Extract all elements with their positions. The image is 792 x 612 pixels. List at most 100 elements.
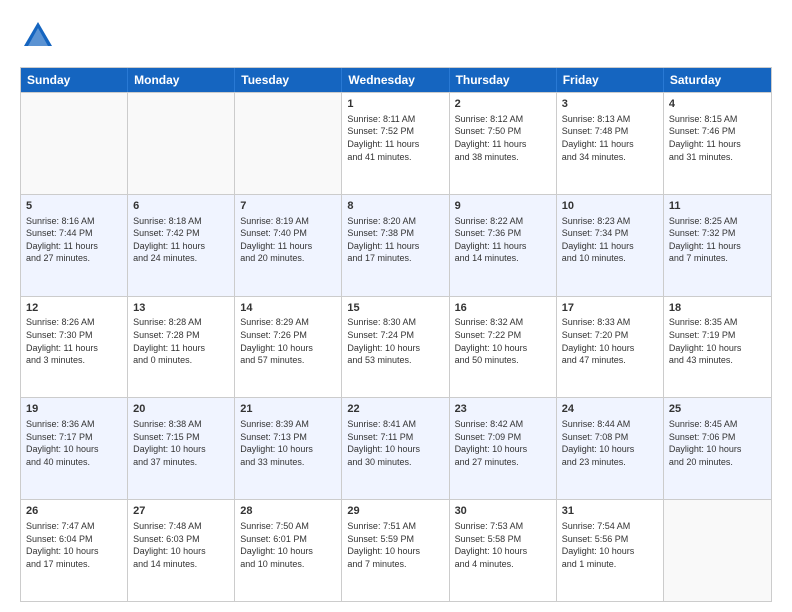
cal-cell-r1-c1: 6Sunrise: 8:18 AM Sunset: 7:42 PM Daylig…: [128, 195, 235, 296]
cal-cell-r1-c3: 8Sunrise: 8:20 AM Sunset: 7:38 PM Daylig…: [342, 195, 449, 296]
cell-info: Sunrise: 8:35 AM Sunset: 7:19 PM Dayligh…: [669, 316, 766, 366]
cal-cell-r1-c4: 9Sunrise: 8:22 AM Sunset: 7:36 PM Daylig…: [450, 195, 557, 296]
day-number: 29: [347, 504, 443, 519]
day-number: 6: [133, 199, 229, 214]
day-number: 13: [133, 301, 229, 316]
cell-info: Sunrise: 8:22 AM Sunset: 7:36 PM Dayligh…: [455, 215, 551, 265]
cal-cell-r0-c5: 3Sunrise: 8:13 AM Sunset: 7:48 PM Daylig…: [557, 93, 664, 194]
cal-cell-r4-c4: 30Sunrise: 7:53 AM Sunset: 5:58 PM Dayli…: [450, 500, 557, 601]
cal-cell-r1-c6: 11Sunrise: 8:25 AM Sunset: 7:32 PM Dayli…: [664, 195, 771, 296]
cal-cell-r3-c5: 24Sunrise: 8:44 AM Sunset: 7:08 PM Dayli…: [557, 398, 664, 499]
cal-header-thursday: Thursday: [450, 68, 557, 92]
cal-header-wednesday: Wednesday: [342, 68, 449, 92]
day-number: 18: [669, 301, 766, 316]
day-number: 24: [562, 402, 658, 417]
cal-cell-r3-c2: 21Sunrise: 8:39 AM Sunset: 7:13 PM Dayli…: [235, 398, 342, 499]
cell-info: Sunrise: 8:39 AM Sunset: 7:13 PM Dayligh…: [240, 418, 336, 468]
cell-info: Sunrise: 8:36 AM Sunset: 7:17 PM Dayligh…: [26, 418, 122, 468]
cell-info: Sunrise: 8:25 AM Sunset: 7:32 PM Dayligh…: [669, 215, 766, 265]
cell-info: Sunrise: 8:19 AM Sunset: 7:40 PM Dayligh…: [240, 215, 336, 265]
day-number: 10: [562, 199, 658, 214]
day-number: 17: [562, 301, 658, 316]
day-number: 21: [240, 402, 336, 417]
cell-info: Sunrise: 8:41 AM Sunset: 7:11 PM Dayligh…: [347, 418, 443, 468]
cell-info: Sunrise: 7:51 AM Sunset: 5:59 PM Dayligh…: [347, 520, 443, 570]
day-number: 2: [455, 97, 551, 112]
cell-info: Sunrise: 8:44 AM Sunset: 7:08 PM Dayligh…: [562, 418, 658, 468]
cell-info: Sunrise: 8:12 AM Sunset: 7:50 PM Dayligh…: [455, 113, 551, 163]
cell-info: Sunrise: 8:29 AM Sunset: 7:26 PM Dayligh…: [240, 316, 336, 366]
cal-cell-r4-c3: 29Sunrise: 7:51 AM Sunset: 5:59 PM Dayli…: [342, 500, 449, 601]
calendar: SundayMondayTuesdayWednesdayThursdayFrid…: [20, 67, 772, 602]
cal-cell-r0-c3: 1Sunrise: 8:11 AM Sunset: 7:52 PM Daylig…: [342, 93, 449, 194]
cal-cell-r3-c0: 19Sunrise: 8:36 AM Sunset: 7:17 PM Dayli…: [21, 398, 128, 499]
day-number: 27: [133, 504, 229, 519]
cal-header-saturday: Saturday: [664, 68, 771, 92]
cal-cell-r1-c5: 10Sunrise: 8:23 AM Sunset: 7:34 PM Dayli…: [557, 195, 664, 296]
calendar-row-2: 12Sunrise: 8:26 AM Sunset: 7:30 PM Dayli…: [21, 296, 771, 398]
cell-info: Sunrise: 8:30 AM Sunset: 7:24 PM Dayligh…: [347, 316, 443, 366]
day-number: 9: [455, 199, 551, 214]
cal-cell-r1-c2: 7Sunrise: 8:19 AM Sunset: 7:40 PM Daylig…: [235, 195, 342, 296]
cell-info: Sunrise: 8:26 AM Sunset: 7:30 PM Dayligh…: [26, 316, 122, 366]
calendar-header: SundayMondayTuesdayWednesdayThursdayFrid…: [21, 68, 771, 92]
cal-cell-r0-c2: [235, 93, 342, 194]
calendar-row-4: 26Sunrise: 7:47 AM Sunset: 6:04 PM Dayli…: [21, 499, 771, 601]
cal-cell-r2-c6: 18Sunrise: 8:35 AM Sunset: 7:19 PM Dayli…: [664, 297, 771, 398]
cal-cell-r4-c6: [664, 500, 771, 601]
cal-cell-r1-c0: 5Sunrise: 8:16 AM Sunset: 7:44 PM Daylig…: [21, 195, 128, 296]
day-number: 30: [455, 504, 551, 519]
day-number: 28: [240, 504, 336, 519]
cell-info: Sunrise: 8:42 AM Sunset: 7:09 PM Dayligh…: [455, 418, 551, 468]
cal-cell-r3-c4: 23Sunrise: 8:42 AM Sunset: 7:09 PM Dayli…: [450, 398, 557, 499]
day-number: 3: [562, 97, 658, 112]
cell-info: Sunrise: 8:33 AM Sunset: 7:20 PM Dayligh…: [562, 316, 658, 366]
cell-info: Sunrise: 7:50 AM Sunset: 6:01 PM Dayligh…: [240, 520, 336, 570]
cal-cell-r4-c1: 27Sunrise: 7:48 AM Sunset: 6:03 PM Dayli…: [128, 500, 235, 601]
cal-cell-r0-c6: 4Sunrise: 8:15 AM Sunset: 7:46 PM Daylig…: [664, 93, 771, 194]
calendar-row-1: 5Sunrise: 8:16 AM Sunset: 7:44 PM Daylig…: [21, 194, 771, 296]
cal-cell-r3-c1: 20Sunrise: 8:38 AM Sunset: 7:15 PM Dayli…: [128, 398, 235, 499]
day-number: 7: [240, 199, 336, 214]
day-number: 19: [26, 402, 122, 417]
cal-header-friday: Friday: [557, 68, 664, 92]
cell-info: Sunrise: 8:18 AM Sunset: 7:42 PM Dayligh…: [133, 215, 229, 265]
day-number: 11: [669, 199, 766, 214]
cal-header-tuesday: Tuesday: [235, 68, 342, 92]
cal-cell-r4-c0: 26Sunrise: 7:47 AM Sunset: 6:04 PM Dayli…: [21, 500, 128, 601]
day-number: 8: [347, 199, 443, 214]
cal-cell-r2-c0: 12Sunrise: 8:26 AM Sunset: 7:30 PM Dayli…: [21, 297, 128, 398]
cal-cell-r0-c4: 2Sunrise: 8:12 AM Sunset: 7:50 PM Daylig…: [450, 93, 557, 194]
day-number: 15: [347, 301, 443, 316]
calendar-body: 1Sunrise: 8:11 AM Sunset: 7:52 PM Daylig…: [21, 92, 771, 601]
header: [20, 16, 772, 59]
cal-cell-r0-c1: [128, 93, 235, 194]
cal-cell-r2-c1: 13Sunrise: 8:28 AM Sunset: 7:28 PM Dayli…: [128, 297, 235, 398]
cal-cell-r2-c2: 14Sunrise: 8:29 AM Sunset: 7:26 PM Dayli…: [235, 297, 342, 398]
calendar-row-3: 19Sunrise: 8:36 AM Sunset: 7:17 PM Dayli…: [21, 397, 771, 499]
cal-cell-r0-c0: [21, 93, 128, 194]
cell-info: Sunrise: 8:15 AM Sunset: 7:46 PM Dayligh…: [669, 113, 766, 163]
cell-info: Sunrise: 7:47 AM Sunset: 6:04 PM Dayligh…: [26, 520, 122, 570]
cal-cell-r3-c6: 25Sunrise: 8:45 AM Sunset: 7:06 PM Dayli…: [664, 398, 771, 499]
cal-cell-r2-c4: 16Sunrise: 8:32 AM Sunset: 7:22 PM Dayli…: [450, 297, 557, 398]
cal-header-monday: Monday: [128, 68, 235, 92]
calendar-row-0: 1Sunrise: 8:11 AM Sunset: 7:52 PM Daylig…: [21, 92, 771, 194]
day-number: 22: [347, 402, 443, 417]
cell-info: Sunrise: 8:20 AM Sunset: 7:38 PM Dayligh…: [347, 215, 443, 265]
cell-info: Sunrise: 7:53 AM Sunset: 5:58 PM Dayligh…: [455, 520, 551, 570]
cal-header-sunday: Sunday: [21, 68, 128, 92]
cell-info: Sunrise: 8:32 AM Sunset: 7:22 PM Dayligh…: [455, 316, 551, 366]
day-number: 16: [455, 301, 551, 316]
cell-info: Sunrise: 7:54 AM Sunset: 5:56 PM Dayligh…: [562, 520, 658, 570]
cell-info: Sunrise: 8:45 AM Sunset: 7:06 PM Dayligh…: [669, 418, 766, 468]
cell-info: Sunrise: 8:38 AM Sunset: 7:15 PM Dayligh…: [133, 418, 229, 468]
cal-cell-r2-c5: 17Sunrise: 8:33 AM Sunset: 7:20 PM Dayli…: [557, 297, 664, 398]
day-number: 25: [669, 402, 766, 417]
cal-cell-r4-c5: 31Sunrise: 7:54 AM Sunset: 5:56 PM Dayli…: [557, 500, 664, 601]
cal-cell-r4-c2: 28Sunrise: 7:50 AM Sunset: 6:01 PM Dayli…: [235, 500, 342, 601]
day-number: 31: [562, 504, 658, 519]
day-number: 20: [133, 402, 229, 417]
cell-info: Sunrise: 8:28 AM Sunset: 7:28 PM Dayligh…: [133, 316, 229, 366]
day-number: 1: [347, 97, 443, 112]
